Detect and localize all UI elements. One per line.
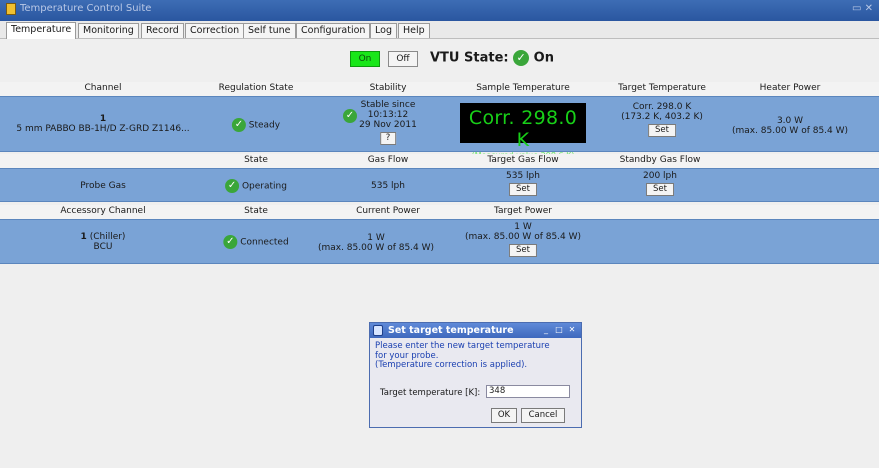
- gas-table-header: State Gas Flow Target Gas Flow Standby G…: [0, 154, 879, 168]
- tab-correction[interactable]: Correction: [185, 23, 245, 38]
- dialog-app-icon: [373, 325, 383, 336]
- check-icon: ✓: [225, 179, 240, 193]
- target-temperature-value: Corr. 298.0 K: [632, 102, 692, 112]
- heater-power-cell: 3.0 W (max. 85.00 W of 85.4 W): [732, 116, 848, 136]
- regulation-state-cell: ✓ Steady: [231, 118, 281, 132]
- target-temperature-cell: Corr. 298.0 K (173.2 K, 403.2 K) Set: [621, 102, 703, 137]
- target-temperature-set-button[interactable]: Set: [648, 124, 676, 137]
- header-accessory-state: State: [244, 206, 268, 216]
- accessory-channel-type: (Chiller): [89, 232, 126, 242]
- channel-number: 1: [99, 114, 107, 124]
- current-power-value: 1 W: [367, 233, 385, 243]
- stability-line2: 10:13:12: [367, 110, 409, 120]
- dialog-titlebar[interactable]: Set target temperature _ □ ✕: [370, 323, 581, 338]
- stability-line1: Stable since: [360, 100, 416, 110]
- header-stability: Stability: [369, 83, 407, 93]
- check-icon: ✓: [513, 50, 530, 66]
- dialog-title: Set target temperature: [388, 325, 514, 336]
- vtu-state: VTU State: ✓ On: [430, 50, 554, 66]
- accessory-row: 1 (Chiller) BCU ✓ Connected 1 W (max. 85…: [0, 219, 879, 264]
- cancel-button[interactable]: Cancel: [521, 408, 565, 423]
- current-power-max: (max. 85.00 W of 85.4 W): [317, 243, 435, 253]
- stability-cell: Stable since 10:13:12 29 Nov 2011 ?: [359, 100, 417, 145]
- regulation-state-value: Steady: [248, 120, 281, 131]
- accessory-state-value: Connected: [240, 237, 289, 248]
- stability-help-button[interactable]: ?: [380, 132, 396, 145]
- dialog-message-line3: (Temperature correction is applied).: [375, 360, 528, 370]
- target-temperature-range: (173.2 K, 403.2 K): [621, 112, 703, 122]
- accessory-table-header: Accessory Channel State Current Power Ta…: [0, 205, 879, 219]
- gas-row: Probe Gas ✓ Operating 535 lph 535 lph Se…: [0, 168, 879, 202]
- accessory-channel-number: 1: [80, 232, 87, 242]
- tab-configuration[interactable]: Configuration: [296, 23, 371, 38]
- header-accessory-channel: Accessory Channel: [60, 206, 146, 216]
- header-regulation-state: Regulation State: [218, 83, 294, 93]
- standby-gas-flow-cell: 200 lph Set: [643, 171, 677, 196]
- channel-row: 1 5 mm PABBO BB-1H/D Z-GRD Z1146... ✓ St…: [0, 96, 879, 160]
- check-icon: ✓: [231, 118, 246, 132]
- target-power-set-button[interactable]: Set: [508, 244, 537, 257]
- tab-self-tune[interactable]: Self tune: [243, 23, 296, 38]
- header-sample-temperature: Sample Temperature: [476, 83, 570, 93]
- header-target-power: Target Power: [494, 206, 552, 216]
- vtu-off-button[interactable]: Off: [388, 51, 418, 67]
- tab-temperature[interactable]: Temperature: [6, 22, 77, 39]
- header-gas-state: State: [244, 155, 268, 165]
- gas-name: Probe Gas: [80, 181, 126, 191]
- tab-help[interactable]: Help: [398, 23, 430, 38]
- sample-temperature-display: Corr. 298.0 K (Measured value 298.6 K): [460, 103, 586, 160]
- gas-flow-value: 535 lph: [371, 181, 405, 191]
- channel-name: 5 mm PABBO BB-1H/D Z-GRD Z1146...: [16, 124, 190, 134]
- check-icon: ✓: [223, 235, 238, 249]
- app-icon: [6, 3, 16, 15]
- vtu-state-label: VTU State:: [430, 50, 509, 66]
- header-heater-power: Heater Power: [759, 83, 821, 93]
- header-channel: Channel: [84, 83, 122, 93]
- gas-state-value: Operating: [241, 181, 287, 192]
- maximize-icon[interactable]: □: [554, 325, 564, 335]
- set-target-temperature-dialog: Set target temperature _ □ ✕ Please ente…: [369, 322, 582, 428]
- target-power-value: 1 W: [514, 222, 532, 232]
- header-gas-flow: Gas Flow: [367, 155, 409, 165]
- window-title: Temperature Control Suite: [20, 3, 152, 14]
- target-temperature-input[interactable]: 348: [486, 385, 570, 398]
- menu-tabbar: Temperature Monitoring Record Correction…: [0, 21, 879, 39]
- vtu-state-value: On: [533, 50, 554, 66]
- gas-state-cell: ✓ Operating: [225, 179, 287, 193]
- header-target-gas-flow: Target Gas Flow: [487, 155, 559, 165]
- sample-temperature-value: Corr. 298.0 K: [468, 107, 578, 151]
- target-gas-flow-set-button[interactable]: Set: [509, 183, 537, 196]
- standby-gas-flow-value: 200 lph: [643, 171, 677, 181]
- target-gas-flow-cell: 535 lph Set: [506, 171, 540, 196]
- vtu-on-button[interactable]: On: [350, 51, 380, 67]
- heater-power-value: 3.0 W: [776, 116, 804, 126]
- dialog-message: Please enter the new target temperature …: [375, 341, 550, 371]
- heater-power-max: (max. 85.00 W of 85.4 W): [731, 126, 849, 136]
- header-current-power: Current Power: [356, 206, 420, 216]
- channel-cell: 1 5 mm PABBO BB-1H/D Z-GRD Z1146...: [16, 114, 189, 134]
- close-icon[interactable]: ✕: [567, 325, 577, 335]
- tab-monitoring[interactable]: Monitoring: [78, 23, 139, 38]
- target-power-cell: 1 W (max. 85.00 W of 85.4 W) Set: [465, 222, 581, 257]
- standby-gas-flow-set-button[interactable]: Set: [646, 183, 674, 196]
- header-target-temperature: Target Temperature: [618, 83, 706, 93]
- minimize-icon[interactable]: _: [541, 325, 551, 335]
- tab-record[interactable]: Record: [141, 23, 184, 38]
- stability-line3: 29 Nov 2011: [359, 120, 417, 130]
- window-controls[interactable]: ▭ ✕: [852, 3, 873, 14]
- accessory-channel-cell: 1 (Chiller) BCU: [81, 232, 126, 252]
- current-power-cell: 1 W (max. 85.00 W of 85.4 W): [318, 233, 434, 253]
- check-icon: ✓: [343, 109, 357, 123]
- header-standby-gas-flow: Standby Gas Flow: [619, 155, 701, 165]
- target-gas-flow-value: 535 lph: [506, 171, 540, 181]
- ok-button[interactable]: OK: [491, 408, 517, 423]
- vtu-control-row: On Off VTU State: ✓ On: [0, 48, 879, 70]
- target-power-max: (max. 85.00 W of 85.4 W): [464, 232, 582, 242]
- channel-table-header: Channel Regulation State Stability Sampl…: [0, 82, 879, 96]
- accessory-state-cell: ✓ Connected: [223, 235, 289, 249]
- window-titlebar: Temperature Control Suite ▭ ✕: [0, 0, 879, 21]
- accessory-channel-name: BCU: [93, 242, 113, 252]
- target-temperature-field-label: Target temperature [K]:: [380, 388, 481, 398]
- tab-log[interactable]: Log: [370, 23, 397, 38]
